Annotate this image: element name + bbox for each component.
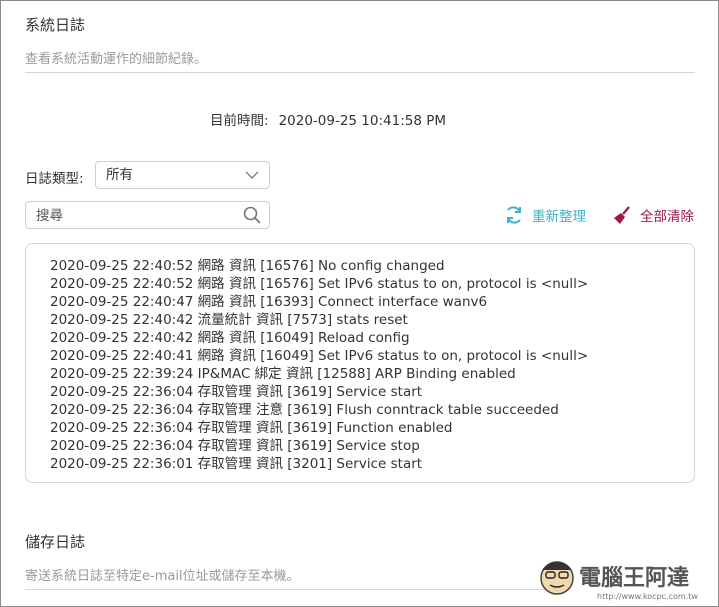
- watermark-text: 電腦王阿達: [579, 565, 689, 591]
- log-entry: 2020-09-25 22:36:04 存取管理 資訊 [3619] Servi…: [50, 438, 420, 454]
- log-entry: 2020-09-25 22:36:04 存取管理 資訊 [3619] Servi…: [50, 384, 423, 400]
- log-entry: 2020-09-25 22:40:52 網路 資訊 [16576] Set IP…: [50, 276, 589, 292]
- log-entry: 2020-09-25 22:36:01 存取管理 資訊 [3201] Servi…: [50, 456, 423, 472]
- log-entry: 2020-09-25 22:40:42 流量統計 資訊 [7573] stats…: [50, 312, 408, 328]
- save-log-description: 寄送系統日誌至特定e-mail位址或儲存至本機。: [25, 569, 300, 584]
- system-log-description: 查看系統活動運作的細節紀錄。: [25, 52, 208, 67]
- header-divider: [25, 72, 695, 73]
- refresh-label: 重新整理: [532, 209, 586, 225]
- log-list[interactable]: 2020-09-25 22:40:52 網路 資訊 [16576] No con…: [25, 243, 695, 483]
- watermark-logo: 電腦王阿達 http://www.kocpc.com.tw: [540, 561, 698, 601]
- log-entry: 2020-09-25 22:40:47 網路 資訊 [16393] Connec…: [50, 294, 488, 310]
- search-box: [25, 201, 270, 229]
- clear-all-label: 全部清除: [640, 209, 694, 225]
- search-icon[interactable]: [243, 206, 261, 224]
- log-entry: 2020-09-25 22:36:04 存取管理 注意 [3619] Flush…: [50, 402, 559, 418]
- watermark-url: http://www.kocpc.com.tw: [597, 592, 698, 601]
- log-entry: 2020-09-25 22:40:52 網路 資訊 [16576] No con…: [50, 258, 445, 274]
- current-time-label: 目前時間:: [210, 113, 269, 129]
- clear-all-button[interactable]: 全部清除: [612, 205, 694, 225]
- log-type-label: 日誌類型:: [25, 171, 84, 187]
- current-time-row: 目前時間: 2020-09-25 10:41:58 PM: [210, 109, 446, 129]
- broom-icon: [614, 206, 630, 224]
- log-type-select[interactable]: 所有: [95, 161, 270, 189]
- refresh-icon: [507, 206, 521, 224]
- log-entry: 2020-09-25 22:39:24 IP&MAC 綁定 資訊 [12588]…: [50, 366, 516, 382]
- refresh-button[interactable]: 重新整理: [504, 205, 586, 225]
- current-time-value: 2020-09-25 10:41:58 PM: [278, 113, 447, 129]
- log-entry: 2020-09-25 22:40:42 網路 資訊 [16049] Reload…: [50, 330, 410, 346]
- chevron-down-icon: [245, 171, 259, 180]
- save-log-divider: [25, 589, 545, 590]
- system-log-title: 系統日誌: [25, 16, 86, 34]
- log-type-selected-value: 所有: [106, 167, 133, 183]
- log-entry: 2020-09-25 22:36:04 存取管理 資訊 [3619] Funct…: [50, 420, 453, 436]
- log-entry: 2020-09-25 22:40:41 網路 資訊 [16049] Set IP…: [50, 348, 589, 364]
- search-input[interactable]: [34, 203, 238, 229]
- save-log-title: 儲存日誌: [25, 533, 86, 551]
